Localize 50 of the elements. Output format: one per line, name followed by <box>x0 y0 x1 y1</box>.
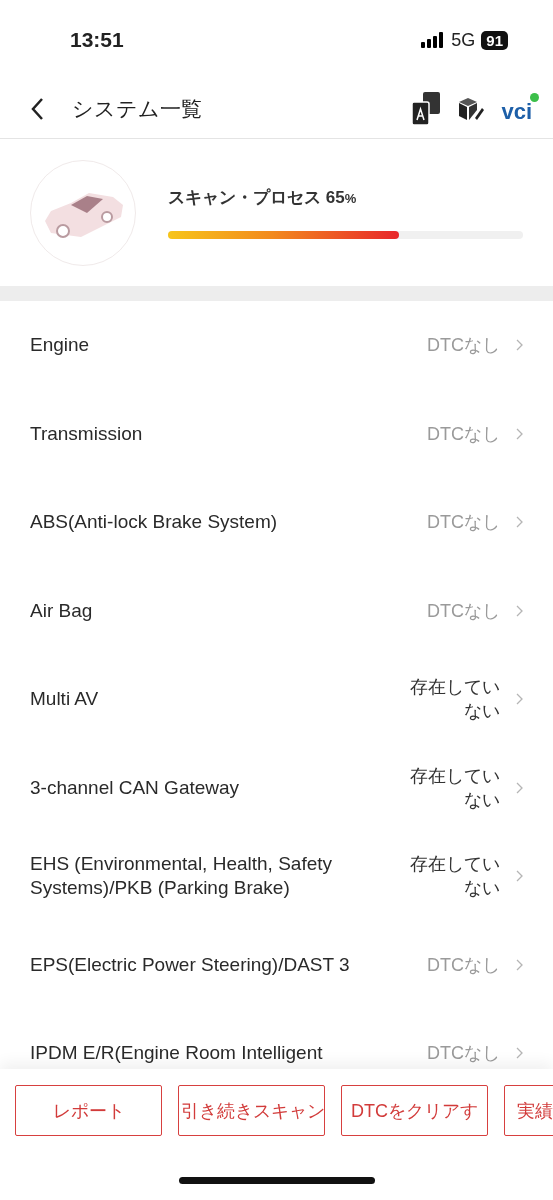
vci-connection-status[interactable]: vci <box>501 93 539 125</box>
chevron-icon <box>516 339 523 352</box>
network-label: 5G <box>451 29 476 51</box>
back-icon[interactable] <box>30 97 44 121</box>
translate-icon[interactable] <box>411 92 442 126</box>
chevron-icon <box>516 870 523 883</box>
system-status: 存在していない <box>409 853 500 901</box>
chevron-icon <box>516 1047 523 1060</box>
action-button[interactable]: レポート <box>15 1085 162 1136</box>
system-row[interactable]: Air Bag DTCなし <box>0 566 553 655</box>
system-status: DTCなし <box>426 511 500 535</box>
system-name: ABS(Anti-lock Brake System) <box>30 510 279 535</box>
chevron-icon <box>516 604 523 617</box>
chevron-icon <box>516 693 523 706</box>
system-name: IPDM E/R(Engine Room Intelligent <box>30 1041 324 1066</box>
system-status: 存在していない <box>409 764 500 812</box>
system-status: DTCなし <box>426 334 500 358</box>
system-status: DTCなし <box>426 422 500 446</box>
status-time: 13:51 <box>70 28 124 52</box>
system-row[interactable]: IPDM E/R(Engine Room Intelligent DTCなし <box>0 1009 553 1069</box>
screen-title: システム一覧 <box>72 96 203 122</box>
system-row[interactable]: EPS(Electric Power Steering)/DAST 3 DTCなし <box>0 920 553 1009</box>
system-name: EHS (Environmental, Health, Safety Systems)/PKB (Parking Brake) <box>30 852 334 901</box>
system-row[interactable]: Engine DTCなし <box>0 301 553 390</box>
action-button[interactable]: DTCをクリアす <box>341 1085 488 1136</box>
system-name: EPS(Electric Power Steering)/DAST 3 <box>30 952 351 977</box>
system-row[interactable]: Multi AV 存在していない <box>0 655 553 744</box>
system-row[interactable]: Transmission DTCなし <box>0 389 553 478</box>
box-edit-icon[interactable] <box>457 96 486 122</box>
system-row[interactable]: ABS(Anti-lock Brake System) DTCなし <box>0 478 553 567</box>
chevron-icon <box>516 427 523 440</box>
system-name: Multi AV <box>30 687 100 712</box>
system-status: DTCなし <box>426 1042 500 1066</box>
system-status: 存在していない <box>409 676 500 724</box>
system-name: Transmission <box>30 421 144 446</box>
system-name: 3-channel CAN Gateway <box>30 775 241 800</box>
signal-icon <box>421 32 446 48</box>
action-button[interactable]: 実績 <box>504 1085 553 1136</box>
system-name: Air Bag <box>30 598 94 623</box>
system-name: Engine <box>30 333 91 358</box>
system-status: DTCなし <box>426 953 500 977</box>
system-row[interactable]: EHS (Environmental, Health, Safety Systems)/PKB (Parking Brake) 存在していない <box>0 832 553 921</box>
action-button[interactable]: 引き続きスキャン <box>178 1085 325 1136</box>
battery-level: 91 <box>481 30 508 50</box>
chevron-icon <box>516 958 523 971</box>
chevron-icon <box>516 516 523 529</box>
system-status: DTCなし <box>426 599 500 623</box>
chevron-icon <box>516 781 523 794</box>
scan-progress-label: スキャン・プロセス 65% <box>168 187 358 209</box>
system-row[interactable]: 3-channel CAN Gateway 存在していない <box>0 743 553 832</box>
